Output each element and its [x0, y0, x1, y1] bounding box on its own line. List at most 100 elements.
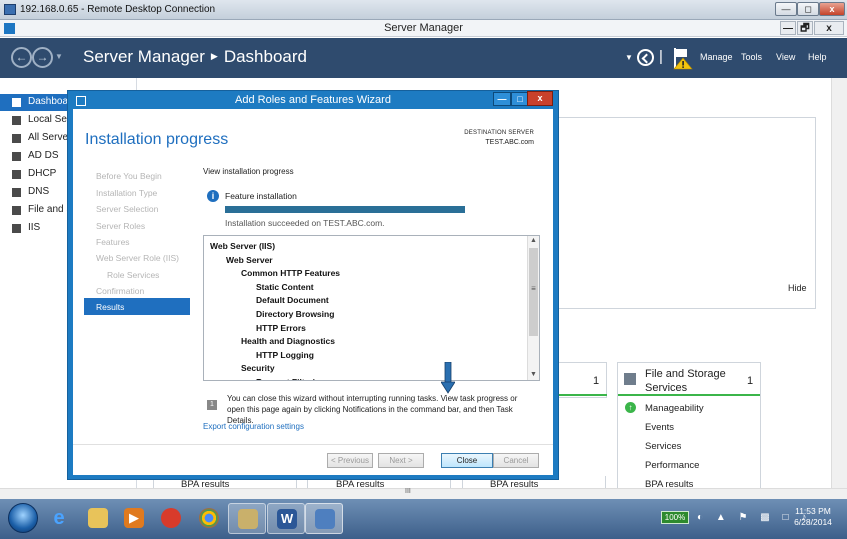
feature-item: Request Filtering	[256, 377, 325, 380]
features-scrollbar[interactable]: ▲ ≡ ▼	[527, 236, 539, 380]
previous-button[interactable]: < Previous	[327, 453, 373, 468]
wizard-heading: Installation progress	[85, 131, 229, 148]
dashboard-icon	[12, 98, 21, 107]
feature-item: Default Document	[256, 295, 329, 306]
folder-icon	[88, 508, 108, 528]
feature-item: Health and Diagnostics	[241, 336, 335, 347]
dns-icon	[12, 188, 21, 197]
refresh-icon[interactable]	[637, 49, 654, 66]
feature-item: HTTP Logging	[256, 349, 314, 360]
tools-menu[interactable]: Tools	[741, 52, 762, 62]
clock-date: 6/28/2014	[794, 517, 832, 527]
notification-flag-icon: 1	[207, 400, 217, 410]
taskbar-media-player[interactable]: ▶	[115, 503, 153, 534]
view-progress-label: View installation progress	[203, 167, 294, 176]
scroll-grip: III	[405, 488, 411, 495]
wizard-step: Before You Begin	[96, 171, 162, 181]
tile-row-performance[interactable]: Performance	[645, 460, 699, 471]
tile-row-events[interactable]: Events	[645, 422, 674, 433]
scroll-up-icon[interactable]: ▲	[528, 237, 539, 244]
wizard-step: Features	[96, 237, 130, 247]
server-icon	[12, 116, 21, 125]
file-storage-count: 1	[747, 375, 754, 387]
taskbar-chrome[interactable]	[190, 503, 228, 534]
vertical-scrollbar[interactable]	[831, 78, 847, 488]
app-icon	[161, 508, 181, 528]
feature-item: HTTP Errors	[256, 322, 306, 333]
wizard-step: Confirmation	[96, 286, 145, 296]
scroll-down-icon[interactable]: ▼	[528, 371, 539, 378]
wizard-step: Role Services	[107, 270, 160, 280]
feature-item: Web Server (IIS)	[210, 241, 276, 251]
manageability-ok-icon: ↑	[625, 402, 636, 413]
wizard-close-button[interactable]: x	[527, 91, 553, 106]
tile-row-services[interactable]: Services	[645, 441, 681, 452]
restore-button[interactable]: 🗗	[797, 21, 813, 35]
wizard-title: Add Roles and Features Wizard	[235, 94, 391, 106]
word-icon: W	[277, 509, 297, 529]
file-storage-icon	[624, 373, 636, 385]
export-configuration-link[interactable]: Export configuration settings	[203, 422, 304, 431]
hide-link[interactable]: Hide	[788, 283, 807, 293]
minimize-button[interactable]: —	[780, 21, 796, 35]
close-button[interactable]: x	[814, 21, 844, 35]
forward-arrow-icon[interactable]: →	[32, 47, 53, 68]
feature-item: Security	[241, 363, 275, 374]
remote-desktop-icon	[315, 509, 335, 529]
wizard-minimize-button[interactable]: —	[493, 92, 511, 106]
installation-progress-fill	[225, 206, 465, 213]
horizontal-scrollbar[interactable]: III	[0, 488, 847, 499]
history-dropdown-icon[interactable]: ▼	[55, 52, 63, 61]
info-icon: i	[207, 190, 219, 202]
breadcrumb: Server Manager ▶ Dashboard	[83, 47, 307, 67]
taskbar-photos[interactable]	[228, 503, 266, 534]
tile-row-manageability[interactable]: Manageability	[645, 403, 704, 414]
feature-item: Web Server	[226, 254, 273, 265]
chrome-icon	[199, 508, 219, 528]
feature-item: Common HTTP Features	[241, 268, 341, 279]
next-button[interactable]: Next >	[378, 453, 424, 468]
rdp-title: 192.168.0.65 - Remote Desktop Connection	[20, 4, 216, 15]
start-button[interactable]	[8, 503, 38, 533]
clock-time: 11:53 PM	[795, 506, 831, 516]
close-wizard-button[interactable]: Close	[441, 453, 493, 468]
wizard-footer-divider	[73, 444, 553, 445]
server-group-count: 1	[593, 375, 600, 387]
view-menu[interactable]: View	[776, 52, 795, 62]
rdp-restore-button[interactable]: ◻	[797, 2, 819, 16]
file-storage-tile-title: File and Storage Services	[645, 368, 726, 394]
help-menu[interactable]: Help	[808, 52, 827, 62]
server-group-tile[interactable]	[557, 362, 607, 398]
wizard-step: Installation Type	[96, 188, 158, 198]
breadcrumb-separator-icon: ▶	[210, 51, 218, 61]
feature-item: Directory Browsing	[256, 309, 335, 319]
welcome-tile	[548, 117, 816, 309]
file-storage-status-bar	[618, 394, 760, 396]
back-arrow-icon[interactable]: ←	[11, 47, 32, 68]
cancel-button[interactable]: Cancel	[493, 453, 539, 468]
dhcp-icon	[12, 170, 21, 179]
taskbar-internet-explorer[interactable]: e	[40, 503, 78, 534]
destination-server-label: DESTINATION SERVER	[464, 130, 534, 136]
internet-explorer-icon: e	[53, 507, 65, 529]
server-manager-header: ← → ▼ Server Manager ▶ Dashboard ▼ | Manag…	[0, 38, 847, 78]
breadcrumb-app: Server Manager	[83, 47, 205, 66]
rdp-title-bar: 192.168.0.65 - Remote Desktop Connection…	[0, 0, 847, 20]
notifications-flag-icon[interactable]	[672, 46, 694, 70]
header-dropdown-icon[interactable]: ▼	[625, 53, 633, 62]
header-divider: |	[659, 48, 663, 65]
battery-indicator[interactable]: 100%	[661, 511, 689, 524]
taskbar-file-manager[interactable]	[79, 503, 117, 534]
manage-menu[interactable]: Manage	[700, 52, 733, 62]
feature-installation-label: Feature installation	[225, 191, 297, 201]
taskbar-app[interactable]	[152, 503, 190, 534]
rdp-minimize-button[interactable]: —	[775, 2, 797, 16]
taskbar-word[interactable]: W	[267, 503, 305, 534]
taskbar-remote-desktop[interactable]	[305, 503, 343, 534]
taskbar-clock[interactable]: 11:53 PM 6/28/2014	[783, 506, 843, 528]
installation-status-message: Installation succeeded on TEST.ABC.com.	[225, 218, 385, 228]
installed-features-list[interactable]: Web Server (IIS) Web Server Common HTTP Fe…	[203, 235, 540, 381]
rdp-close-button[interactable]: x	[819, 2, 845, 16]
destination-server-value: TEST.ABC.com	[485, 139, 534, 146]
pointer-arrow-icon	[441, 362, 455, 394]
